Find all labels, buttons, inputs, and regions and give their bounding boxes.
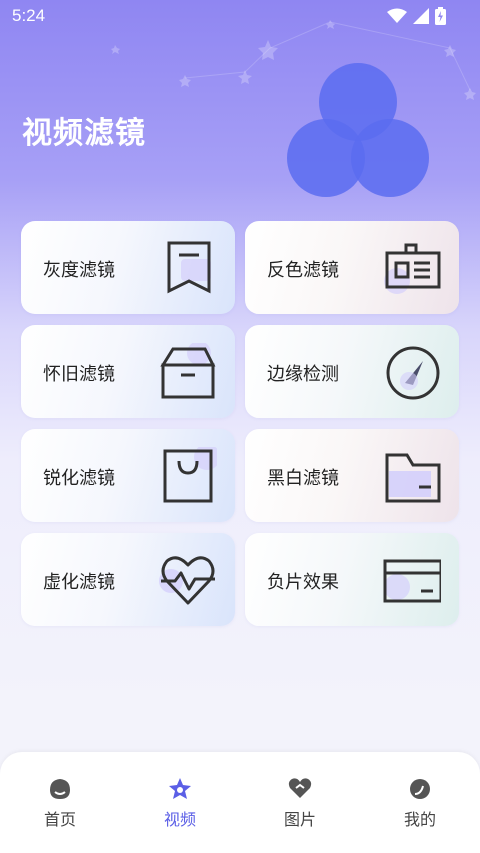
shopping-bag-icon xyxy=(163,447,217,503)
gauge-icon xyxy=(386,346,440,400)
nav-item-picture[interactable]: 图片 xyxy=(260,776,340,830)
bookmark-icon xyxy=(167,241,211,294)
filter-card-label: 怀旧滤镜 xyxy=(43,364,115,385)
filter-card-sharpen[interactable]: 锐化滤镜 xyxy=(21,429,235,522)
nav-label: 图片 xyxy=(283,810,316,829)
filter-card-edge-detect[interactable]: 边缘检测 xyxy=(245,325,459,418)
folder-icon xyxy=(385,453,441,503)
profile-icon xyxy=(410,779,430,799)
credit-card-icon xyxy=(383,559,441,603)
page-title: 视频滤镜 xyxy=(22,116,146,151)
filter-card-negative[interactable]: 负片效果 xyxy=(245,533,459,626)
filter-card-label: 反色滤镜 xyxy=(267,260,339,281)
bottom-navigation: 首页 视频 图片 我的 xyxy=(0,752,480,853)
filter-card-label: 虚化滤镜 xyxy=(43,572,115,593)
filter-card-label: 边缘检测 xyxy=(267,364,339,385)
nav-label: 我的 xyxy=(403,810,436,829)
filter-card-nostalgia[interactable]: 怀旧滤镜 xyxy=(21,325,235,418)
id-card-icon xyxy=(384,243,441,294)
video-star-icon xyxy=(169,778,191,799)
nav-item-profile[interactable]: 我的 xyxy=(380,776,460,830)
filter-card-black-white[interactable]: 黑白滤镜 xyxy=(245,429,459,522)
filter-card-label: 锐化滤镜 xyxy=(43,468,115,489)
filter-card-invert[interactable]: 反色滤镜 xyxy=(245,221,459,314)
nav-label: 视频 xyxy=(163,810,196,829)
nav-label: 首页 xyxy=(43,810,76,829)
filter-circles-illustration xyxy=(287,63,429,197)
filter-card-blur[interactable]: 虚化滤镜 xyxy=(21,533,235,626)
filter-card-label: 负片效果 xyxy=(267,572,339,593)
filter-card-label: 灰度滤镜 xyxy=(43,260,115,281)
heartbeat-icon xyxy=(159,556,215,605)
nav-item-home[interactable]: 首页 xyxy=(20,776,100,830)
home-icon xyxy=(50,779,70,799)
filter-card-grayscale[interactable]: 灰度滤镜 xyxy=(21,221,235,314)
picture-heart-icon xyxy=(288,778,312,798)
archive-box-icon xyxy=(160,343,216,399)
nav-item-video[interactable]: 视频 xyxy=(140,776,220,830)
filter-card-label: 黑白滤镜 xyxy=(267,468,339,489)
